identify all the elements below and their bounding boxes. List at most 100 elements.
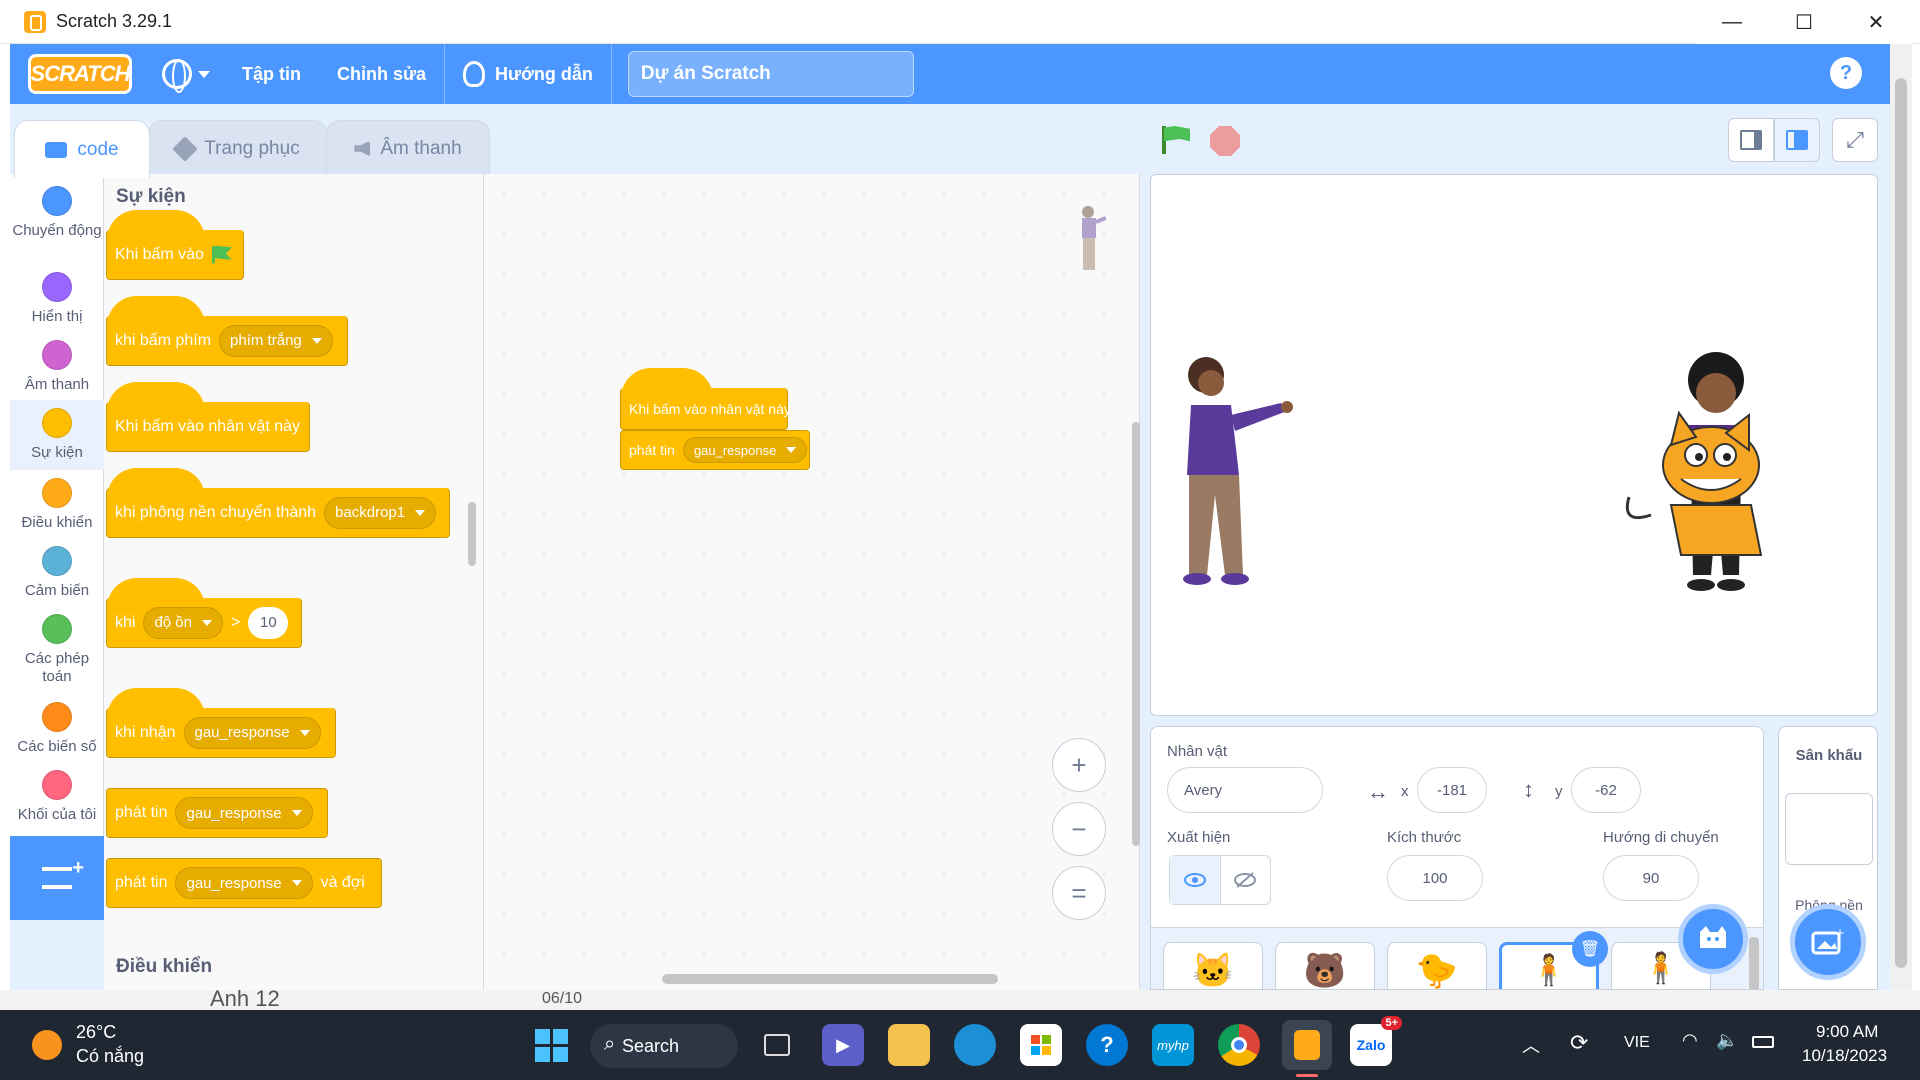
show-sprite-button[interactable] bbox=[1170, 856, 1221, 904]
block-when-sprite-clicked[interactable]: Khi bấm vào nhân vật này bbox=[106, 382, 310, 452]
start-button[interactable] bbox=[530, 1024, 572, 1066]
key-dropdown[interactable]: phím trắng bbox=[219, 324, 333, 357]
sprite-ghost-icon bbox=[1082, 206, 1106, 270]
weather-description[interactable]: Có nắng bbox=[76, 1046, 144, 1067]
size-input[interactable]: 100 bbox=[1387, 855, 1483, 901]
taskbar-search[interactable]: ⌕ Search bbox=[590, 1024, 738, 1068]
message-dropdown[interactable]: gau_response bbox=[682, 437, 808, 463]
category-control[interactable]: Điều khiển bbox=[10, 478, 104, 532]
block-when-key-pressed[interactable]: khi bấm phím phím trắng bbox=[106, 296, 348, 366]
sync-icon[interactable]: ⟳ bbox=[1570, 1030, 1588, 1056]
sprite-thumb-cat[interactable]: 🐱 bbox=[1163, 942, 1263, 989]
large-stage-button[interactable] bbox=[1774, 118, 1820, 162]
scratch-taskbar-app[interactable] bbox=[1282, 1020, 1332, 1070]
chrome-app[interactable] bbox=[1218, 1024, 1260, 1066]
choose-sprite-button[interactable] bbox=[1678, 904, 1748, 974]
palette-scrollbar[interactable] bbox=[468, 502, 476, 566]
stage-thumbnail[interactable] bbox=[1785, 793, 1873, 865]
help-icon[interactable]: ? bbox=[1830, 57, 1862, 89]
store-app[interactable] bbox=[1020, 1024, 1062, 1066]
sprite-thumb-avery[interactable]: 🧍 🗑 bbox=[1499, 931, 1608, 989]
block-when-backdrop-switches[interactable]: khi phông nền chuyển thành backdrop1 bbox=[106, 468, 450, 538]
tab-costumes[interactable]: Trang phục bbox=[148, 120, 328, 176]
search-icon: ⌕ bbox=[604, 1033, 616, 1055]
teams-app[interactable]: ▶ bbox=[822, 1024, 864, 1066]
category-events[interactable]: Sự kiện bbox=[10, 400, 104, 470]
block-broadcast[interactable]: phát tin gau_response bbox=[106, 788, 328, 838]
edge-app[interactable] bbox=[954, 1024, 996, 1066]
direction-input[interactable]: 90 bbox=[1603, 855, 1699, 901]
x-coordinate-input[interactable]: -181 bbox=[1417, 767, 1487, 813]
script-hat-when-sprite-clicked[interactable]: Khi bấm vào nhân vật này bbox=[620, 368, 791, 430]
menu-edit[interactable]: Chỉnh sửa bbox=[319, 44, 444, 104]
sprite-thumb-bear[interactable]: 🐻 bbox=[1275, 942, 1375, 989]
code-blocks-icon bbox=[45, 141, 68, 158]
zoom-in-button[interactable]: + bbox=[1052, 738, 1106, 792]
choose-backdrop-button[interactable]: + bbox=[1790, 904, 1866, 980]
small-stage-button[interactable] bbox=[1728, 118, 1774, 162]
volume-icon[interactable]: 🔈 bbox=[1716, 1030, 1738, 1051]
stage-canvas[interactable] bbox=[1150, 174, 1878, 716]
threshold-input[interactable]: 10 bbox=[248, 606, 289, 639]
zoom-out-button[interactable]: − bbox=[1052, 802, 1106, 856]
operator-text: > bbox=[231, 613, 241, 631]
sprite-thumb-chick[interactable]: 🐤 bbox=[1387, 942, 1487, 989]
backdrop-dropdown[interactable]: backdrop1 bbox=[324, 496, 437, 529]
green-flag-button[interactable] bbox=[1160, 124, 1192, 156]
category-motion[interactable]: Chuyển động bbox=[10, 186, 104, 240]
weather-temperature[interactable]: 26°C bbox=[76, 1022, 116, 1043]
message-dropdown[interactable]: gau_response bbox=[175, 797, 313, 829]
message-dropdown[interactable]: gau_response bbox=[175, 867, 313, 899]
language-globe-icon[interactable] bbox=[162, 59, 192, 93]
category-my-blocks[interactable]: Khối của tôi bbox=[10, 770, 104, 824]
clock-time[interactable]: 9:00 AM bbox=[1816, 1022, 1878, 1042]
message-dropdown[interactable]: gau_response bbox=[183, 716, 321, 749]
add-extension-button[interactable] bbox=[10, 836, 104, 920]
input-language[interactable]: VIE bbox=[1624, 1034, 1650, 1052]
category-looks[interactable]: Hiển thị bbox=[10, 272, 104, 326]
wifi-icon[interactable]: ◠ bbox=[1682, 1030, 1698, 1051]
hide-sprite-button[interactable] bbox=[1221, 856, 1271, 904]
close-button[interactable]: ✕ bbox=[1840, 0, 1912, 44]
tab-code[interactable]: code bbox=[14, 120, 150, 178]
task-view-button[interactable] bbox=[756, 1024, 798, 1066]
block-when-flag-clicked[interactable]: Khi bấm vào bbox=[106, 210, 244, 280]
sprite-list-scrollbar[interactable] bbox=[1749, 937, 1759, 989]
menu-tutorials[interactable]: Hướng dẫn bbox=[445, 44, 611, 104]
scratch-logo[interactable]: SCRATCH bbox=[28, 54, 132, 94]
sprite-name-input[interactable]: Avery bbox=[1167, 767, 1323, 813]
scratch-app-icon bbox=[24, 10, 46, 33]
category-operators[interactable]: Các phép toán bbox=[10, 614, 104, 686]
window-scrollbar-thumb[interactable] bbox=[1895, 78, 1907, 968]
search-label: Search bbox=[622, 1035, 680, 1056]
block-broadcast-and-wait[interactable]: phát tin gau_response và đợi bbox=[106, 858, 382, 908]
y-coordinate-input[interactable]: -62 bbox=[1571, 767, 1641, 813]
project-title-input[interactable]: Dự án Scratch bbox=[627, 51, 914, 97]
block-when-i-receive[interactable]: khi nhận gau_response bbox=[106, 688, 336, 758]
delete-sprite-button[interactable]: 🗑 bbox=[1572, 931, 1608, 967]
battery-icon[interactable] bbox=[1752, 1036, 1774, 1048]
clock-date[interactable]: 10/18/2023 bbox=[1802, 1046, 1887, 1066]
zoom-reset-button[interactable]: = bbox=[1052, 866, 1106, 920]
workspace-vertical-scrollbar[interactable] bbox=[1132, 422, 1140, 846]
fullscreen-button[interactable]: ⤢ bbox=[1832, 118, 1878, 162]
show-hidden-icons-chevron[interactable]: ︿ bbox=[1522, 1032, 1540, 1058]
file-explorer-app[interactable] bbox=[888, 1024, 930, 1066]
script-broadcast[interactable]: phát tin gau_response bbox=[620, 430, 810, 470]
tab-sounds[interactable]: Âm thanh bbox=[326, 120, 490, 176]
category-sensing[interactable]: Cảm biến bbox=[10, 546, 104, 600]
menu-file[interactable]: Tập tin bbox=[224, 44, 319, 104]
category-sound[interactable]: Âm thanh bbox=[10, 340, 104, 394]
block-when-greater-than[interactable]: khi độ ồn > 10 bbox=[106, 578, 302, 648]
stop-button[interactable] bbox=[1210, 126, 1240, 156]
myhp-app[interactable]: myhp bbox=[1152, 1024, 1194, 1066]
maximize-button[interactable]: ☐ bbox=[1768, 0, 1840, 44]
get-help-app[interactable]: ? bbox=[1086, 1024, 1128, 1066]
zalo-app[interactable]: Zalo 5+ bbox=[1350, 1016, 1402, 1066]
window-scrollbar[interactable] bbox=[1890, 44, 1912, 990]
workspace-horizontal-scrollbar[interactable] bbox=[662, 974, 998, 984]
script-workspace[interactable]: Khi bấm vào nhân vật này phát tin gau_re… bbox=[484, 174, 1140, 990]
minimize-button[interactable]: — bbox=[1696, 0, 1768, 44]
category-variables[interactable]: Các biến số bbox=[10, 702, 104, 756]
sensor-dropdown[interactable]: độ ồn bbox=[143, 606, 223, 639]
